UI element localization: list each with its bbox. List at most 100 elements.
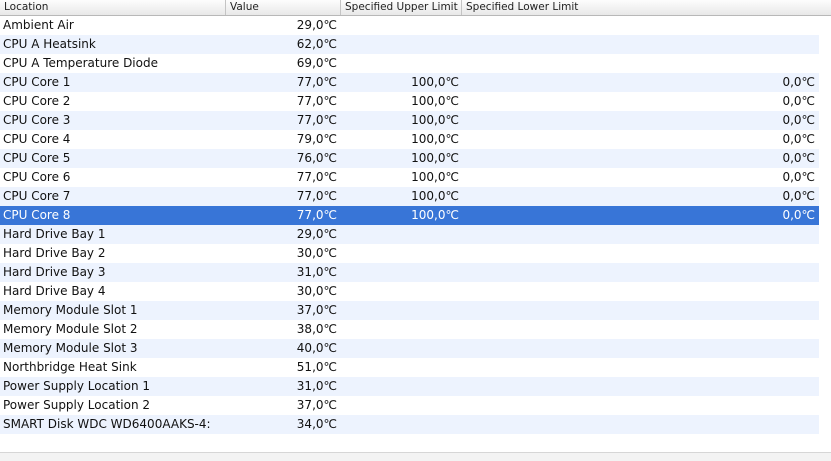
cell-location: CPU Core 5: [3, 151, 71, 165]
cell-value: 40,0℃: [296, 341, 337, 355]
cell-upper-limit: [341, 16, 459, 35]
cell-location: Memory Module Slot 1: [3, 303, 138, 317]
cell-upper-limit: [341, 377, 459, 396]
empty-row: [0, 434, 831, 453]
cell-location: Memory Module Slot 3: [3, 341, 138, 355]
cell-lower-limit: 0,0℃: [782, 94, 815, 108]
cell-upper-limit: [341, 282, 459, 301]
column-header-value[interactable]: Value: [226, 0, 341, 15]
table-row[interactable]: Memory Module Slot 1 37,0℃: [0, 301, 831, 320]
cell-lower-limit: [462, 320, 815, 339]
cell-upper-limit: [341, 415, 459, 434]
cell-value: 34,0℃: [296, 417, 337, 431]
table-row[interactable]: CPU A Temperature Diode 69,0℃: [0, 54, 831, 73]
cell-location: Power Supply Location 2: [3, 398, 151, 412]
cell-upper-limit: 100,0℃: [411, 208, 459, 222]
cell-upper-limit: 100,0℃: [411, 94, 459, 108]
cell-value: 77,0℃: [296, 75, 337, 89]
cell-lower-limit: [462, 396, 815, 415]
cell-lower-limit: 0,0℃: [782, 208, 815, 222]
cell-lower-limit: [462, 339, 815, 358]
cell-location: Memory Module Slot 2: [3, 322, 138, 336]
cell-upper-limit: 100,0℃: [411, 189, 459, 203]
sensor-window: Location Value Specified Upper Limit Spe…: [0, 0, 831, 461]
cell-lower-limit: 0,0℃: [782, 132, 815, 146]
cell-location: Hard Drive Bay 2: [3, 246, 106, 260]
cell-lower-limit: [462, 282, 815, 301]
table-row[interactable]: SMART Disk WDC WD6400AAKS-4: 34,0℃: [0, 415, 831, 434]
cell-upper-limit: 100,0℃: [411, 75, 459, 89]
cell-location: Northbridge Heat Sink: [3, 360, 137, 374]
cell-upper-limit: 100,0℃: [411, 113, 459, 127]
cell-upper-limit: [341, 54, 459, 73]
horizontal-scrollbar[interactable]: [0, 452, 831, 461]
table-row[interactable]: CPU Core 6 77,0℃ 100,0℃ 0,0℃: [0, 168, 831, 187]
cell-value: 79,0℃: [296, 132, 337, 146]
cell-lower-limit: [462, 225, 815, 244]
cell-value: 30,0℃: [296, 284, 337, 298]
table-row[interactable]: CPU Core 4 79,0℃ 100,0℃ 0,0℃: [0, 130, 831, 149]
cell-lower-limit: 0,0℃: [782, 75, 815, 89]
cell-location: CPU A Temperature Diode: [3, 56, 158, 70]
cell-value: 77,0℃: [296, 189, 337, 203]
table-row[interactable]: Northbridge Heat Sink 51,0℃: [0, 358, 831, 377]
cell-lower-limit: 0,0℃: [782, 170, 815, 184]
column-header-location[interactable]: Location: [0, 0, 226, 15]
cell-value: 77,0℃: [296, 113, 337, 127]
table-row[interactable]: CPU Core 3 77,0℃ 100,0℃ 0,0℃: [0, 111, 831, 130]
cell-upper-limit: [341, 339, 459, 358]
cell-upper-limit: [341, 301, 459, 320]
cell-upper-limit: [341, 358, 459, 377]
cell-location: CPU Core 8: [3, 208, 71, 222]
cell-value: 29,0℃: [296, 227, 337, 241]
table-row[interactable]: CPU Core 1 77,0℃ 100,0℃ 0,0℃: [0, 73, 831, 92]
cell-lower-limit: [462, 35, 815, 54]
cell-lower-limit: 0,0℃: [782, 113, 815, 127]
table-row[interactable]: Hard Drive Bay 2 30,0℃: [0, 244, 831, 263]
table-row[interactable]: Hard Drive Bay 3 31,0℃: [0, 263, 831, 282]
table-row[interactable]: Memory Module Slot 3 40,0℃: [0, 339, 831, 358]
cell-lower-limit: 0,0℃: [782, 189, 815, 203]
table-row[interactable]: Power Supply Location 1 31,0℃: [0, 377, 831, 396]
cell-location: Power Supply Location 1: [3, 379, 151, 393]
cell-location: Ambient Air: [3, 18, 74, 32]
cell-value: 31,0℃: [296, 265, 337, 279]
table-row[interactable]: CPU A Heatsink 62,0℃: [0, 35, 831, 54]
cell-lower-limit: [462, 263, 815, 282]
cell-location: CPU Core 2: [3, 94, 71, 108]
table-row[interactable]: Power Supply Location 2 37,0℃: [0, 396, 831, 415]
cell-value: 62,0℃: [296, 37, 337, 51]
table-row[interactable]: CPU Core 8 77,0℃ 100,0℃ 0,0℃: [0, 206, 831, 225]
cell-lower-limit: [462, 415, 815, 434]
table-row[interactable]: CPU Core 2 77,0℃ 100,0℃ 0,0℃: [0, 92, 831, 111]
cell-value: 77,0℃: [296, 208, 337, 222]
table-row[interactable]: Hard Drive Bay 4 30,0℃: [0, 282, 831, 301]
cell-upper-limit: [341, 320, 459, 339]
cell-lower-limit: [462, 16, 815, 35]
column-header-upper-limit[interactable]: Specified Upper Limit: [341, 0, 462, 15]
cell-value: 77,0℃: [296, 94, 337, 108]
cell-location: CPU Core 1: [3, 75, 71, 89]
cell-value: 77,0℃: [296, 170, 337, 184]
cell-upper-limit: 100,0℃: [411, 170, 459, 184]
cell-value: 30,0℃: [296, 246, 337, 260]
cell-location: CPU Core 7: [3, 189, 71, 203]
cell-upper-limit: [341, 244, 459, 263]
table-row[interactable]: Hard Drive Bay 1 29,0℃: [0, 225, 831, 244]
table-row[interactable]: CPU Core 5 76,0℃ 100,0℃ 0,0℃: [0, 149, 831, 168]
cell-lower-limit: [462, 358, 815, 377]
table-row[interactable]: Memory Module Slot 2 38,0℃: [0, 320, 831, 339]
table-row[interactable]: Ambient Air 29,0℃: [0, 16, 831, 35]
table-header: Location Value Specified Upper Limit Spe…: [0, 0, 831, 16]
cell-lower-limit: [462, 301, 815, 320]
column-header-lower-limit[interactable]: Specified Lower Limit: [462, 0, 819, 15]
cell-value: 37,0℃: [296, 303, 337, 317]
cell-value: 29,0℃: [296, 18, 337, 32]
table-body: Ambient Air 29,0℃ CPU A Heatsink 62,0℃ CPU A…: [0, 16, 831, 453]
cell-upper-limit: [341, 35, 459, 54]
table-row[interactable]: CPU Core 7 77,0℃ 100,0℃ 0,0℃: [0, 187, 831, 206]
cell-location: Hard Drive Bay 1: [3, 227, 106, 241]
cell-upper-limit: 100,0℃: [411, 132, 459, 146]
cell-value: 76,0℃: [296, 151, 337, 165]
cell-value: 69,0℃: [296, 56, 337, 70]
